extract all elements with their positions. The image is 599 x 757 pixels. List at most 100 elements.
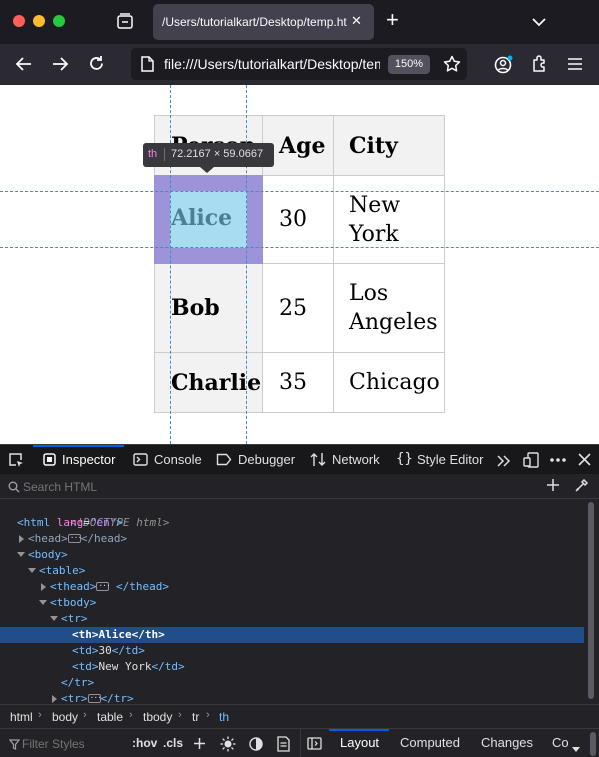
minimize-window-button[interactable] [33,15,45,27]
tab-debugger[interactable]: Debugger [238,445,295,475]
markup-line-thead[interactable]: <thead> </thead> [50,578,169,595]
extensions-icon[interactable] [531,55,548,78]
expand-triangle-icon[interactable] [19,535,24,543]
list-all-tabs-icon[interactable] [532,14,546,32]
row-city-cell: Chicago [333,352,445,413]
dark-theme-icon[interactable] [249,737,263,754]
tab-compatibility[interactable]: Co [552,735,569,750]
inspector-icon [43,453,56,471]
expand-triangle-icon[interactable] [41,583,46,591]
markup-line-tbody[interactable]: <tbody> [50,595,96,611]
collapse-triangle-icon[interactable] [50,616,58,621]
table-open-tag: <table> [39,564,86,577]
hover-pseudo-toggle[interactable]: :hov [132,736,157,750]
markup-line-tr-collapsed[interactable]: <tr> </tr> [61,690,134,705]
forward-arrow-icon[interactable] [51,56,69,77]
search-html-input[interactable] [23,478,523,495]
breadcrumb-item[interactable]: html [10,710,33,724]
back-arrow-icon[interactable] [15,56,33,77]
collapse-triangle-icon[interactable] [28,568,36,573]
markup-line-td[interactable]: <td>New York</td> [72,659,185,675]
collapsed-children-icon[interactable] [87,690,101,704]
responsive-design-icon[interactable] [523,452,539,473]
collapsed-children-icon[interactable] [67,530,81,546]
element-picker-icon[interactable] [8,452,24,473]
tab-console[interactable]: Console [154,445,202,475]
breadcrumb-item[interactable]: tbody [143,710,172,724]
close-devtools-icon[interactable] [578,453,591,471]
eyedropper-icon[interactable] [574,478,589,498]
reload-icon[interactable] [88,55,105,77]
infobar-tag: th [148,148,158,160]
page-file-icon [141,56,154,77]
add-rule-icon[interactable] [193,737,206,753]
active-tab[interactable]: /Users/tutorialkart/Desktop/temp.html ✕ [153,4,374,40]
tr-close-tag: </tr> [100,692,134,704]
collapsed-children-icon[interactable] [96,578,110,594]
firefox-view-icon[interactable] [116,12,134,30]
account-icon[interactable] [494,55,514,80]
search-html-row [0,474,599,499]
row-age-cell: 35 [262,352,334,413]
page-content: Person Age City Alice 30 New York Bob 25 [0,85,599,444]
markup-scrollbar[interactable] [586,500,596,703]
tab-computed[interactable]: Computed [400,735,460,750]
add-node-icon[interactable] [546,478,560,497]
markup-line-th-selected[interactable]: <th>Alice</th> [72,627,165,643]
tab-layout[interactable]: Layout [340,735,379,750]
breadcrumb-separator-icon: › [129,709,133,721]
search-icon [8,480,20,498]
th-close-tag: </th> [131,628,165,641]
markup-line-head[interactable]: <head> </head> [28,530,127,547]
side-tabs-dropdown-icon[interactable] [572,741,580,756]
markup-line-table[interactable]: <table> [39,563,85,579]
th-open-tag: <th> [72,628,99,641]
breadcrumb-item[interactable]: tr [192,710,199,724]
rules-scrollbar-thumb[interactable] [590,732,596,756]
more-tools-chevron-icon[interactable] [497,454,511,472]
filter-styles-input[interactable] [22,735,122,752]
close-tab-icon[interactable]: ✕ [351,13,362,29]
markup-view[interactable]: <!DOCTYPE html> <html lang="en"> <head><… [0,499,584,704]
breadcrumb-item[interactable]: table [97,710,123,724]
markup-scrollbar-thumb[interactable] [588,502,594,699]
markup-line-td[interactable]: <td>30</td> [72,643,145,659]
breadcrumb-separator-icon: › [83,709,87,721]
more-options-icon[interactable] [549,453,567,472]
close-window-button[interactable] [13,15,25,27]
tab-changes[interactable]: Changes [481,735,533,750]
expand-triangle-icon[interactable] [52,695,57,703]
city-line: Angeles [349,310,438,335]
tab-inspector[interactable]: Inspector [62,445,115,475]
bookmark-star-icon[interactable] [443,55,461,78]
tab-network[interactable]: Network [332,445,380,475]
url-bar[interactable]: file:///Users/tutorialkart/Desktop/temp.… [131,48,467,80]
zoom-window-button[interactable] [53,15,65,27]
infobar-separator [164,148,165,161]
zoom-level-badge[interactable]: 150% [388,55,430,74]
toggle-sidebar-icon[interactable] [307,737,322,753]
body-open-tag: <body> [28,548,68,561]
td-text: New York [98,660,152,673]
markup-line-doctype[interactable]: <!DOCTYPE html> [17,499,169,529]
breadcrumb-item-current[interactable]: th [219,710,229,724]
collapse-triangle-icon[interactable] [17,552,25,557]
head-open-tag: <head> [28,532,68,545]
collapse-triangle-icon[interactable] [39,600,47,605]
class-toggle[interactable]: .cls [163,736,183,750]
td-close-tag: </td> [111,644,145,657]
print-media-icon[interactable] [277,736,290,755]
breadcrumb-item[interactable]: body [52,710,78,724]
menu-hamburger-icon[interactable] [567,57,583,76]
tab-style-editor[interactable]: Style Editor [417,445,483,475]
tr-open-tag: <tr> [61,692,88,704]
devtools-toolbar: Inspector Console Debugger Network {} St… [0,444,599,474]
guide-line-vertical [170,85,171,444]
url-text[interactable]: file:///Users/tutorialkart/Desktop/temp.… [164,56,380,72]
light-theme-icon[interactable] [220,736,236,755]
markup-line-body[interactable]: <body> [28,547,68,563]
new-tab-button[interactable]: + [386,7,399,33]
style-editor-icon: {} [396,451,413,467]
lang-attribute-value: "en" [89,516,117,529]
markup-line-tr[interactable]: <tr> [61,611,88,627]
